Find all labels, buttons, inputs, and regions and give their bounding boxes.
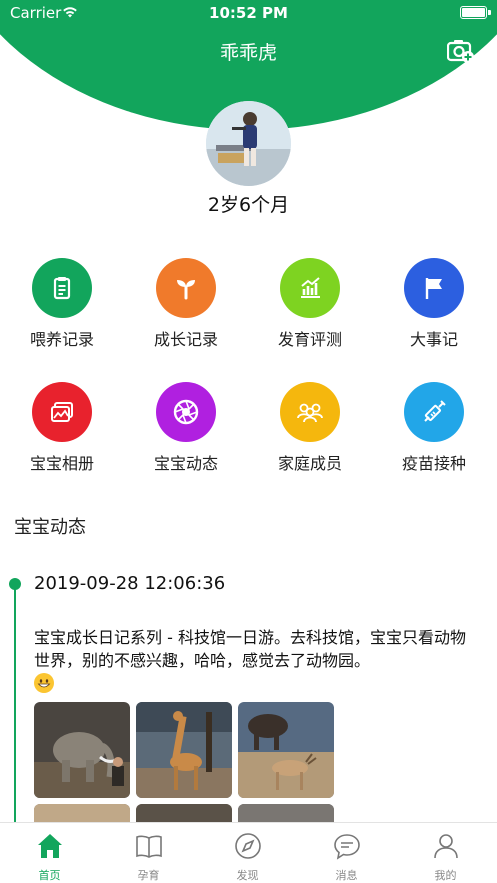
photo-album-icon	[32, 382, 92, 442]
feature-feeding-record[interactable]: 喂养记录	[12, 258, 112, 350]
post-photo-giraffe[interactable]	[136, 702, 232, 798]
tab-label: 发现	[236, 869, 259, 882]
avatar[interactable]	[206, 101, 291, 186]
grinning-emoji-icon	[34, 673, 54, 693]
sprout-icon	[156, 258, 216, 318]
post-photo-antelope[interactable]	[238, 702, 334, 798]
camera-add-icon[interactable]	[447, 38, 475, 64]
clipboard-icon	[32, 258, 92, 318]
feature-baby-album[interactable]: 宝宝相册	[12, 382, 112, 474]
feature-label: 宝宝相册	[29, 454, 94, 473]
post-body: 宝宝成长日记系列 - 科技馆一日游。去科技馆，宝宝只看动物世界，别的不感兴趣，哈…	[34, 628, 466, 670]
family-icon	[280, 382, 340, 442]
feature-label: 疫苗接种	[401, 454, 466, 473]
feature-milestones[interactable]: 大事记	[384, 258, 484, 350]
tab-label: 我的	[434, 869, 457, 882]
post-date: 2019-09-28 12:06:36	[34, 573, 226, 594]
tab-parenting[interactable]: 孕育	[99, 823, 198, 883]
compass-icon	[234, 833, 261, 859]
feature-label: 宝宝动态	[153, 454, 218, 473]
status-bar: Carrier 10:52 PM	[0, 0, 497, 26]
feature-label: 成长记录	[153, 330, 218, 349]
tab-discover[interactable]: 发现	[198, 823, 297, 883]
timeline-dot	[9, 578, 21, 590]
tab-profile[interactable]: 我的	[396, 823, 495, 883]
flag-icon	[404, 258, 464, 318]
user-icon	[433, 834, 458, 859]
home-icon	[37, 834, 62, 858]
message-icon	[333, 834, 360, 860]
battery-icon	[460, 6, 491, 19]
baby-photo	[206, 101, 291, 186]
book-icon	[135, 835, 162, 858]
tab-bar: 首页 孕育 发现 消息 我的	[0, 822, 497, 883]
tab-home[interactable]: 首页	[0, 823, 99, 883]
timeline-line	[14, 584, 16, 834]
aperture-icon	[156, 382, 216, 442]
tab-label: 消息	[335, 869, 358, 882]
tab-label: 孕育	[137, 869, 160, 882]
syringe-icon	[404, 382, 464, 442]
tab-label: 首页	[38, 869, 61, 882]
feature-label: 发育评测	[277, 330, 342, 349]
feature-growth-record[interactable]: 成长记录	[136, 258, 236, 350]
feature-label: 喂养记录	[29, 330, 94, 349]
section-title: 宝宝动态	[14, 517, 86, 538]
feature-label: 家庭成员	[277, 454, 342, 473]
feature-vaccination[interactable]: 疫苗接种	[384, 382, 484, 474]
post-photo-elephant[interactable]	[34, 702, 130, 798]
post-text[interactable]: 宝宝成长日记系列 - 科技馆一日游。去科技馆，宝宝只看动物世界，别的不感兴趣，哈…	[34, 626, 480, 695]
feature-family-members[interactable]: 家庭成员	[260, 382, 360, 474]
tab-messages[interactable]: 消息	[297, 823, 396, 883]
page-title: 乖乖虎	[219, 42, 277, 64]
feature-baby-feed[interactable]: 宝宝动态	[136, 382, 236, 474]
app-screen: Carrier 10:52 PM 乖乖虎 2岁6个月 喂养记录 成长记录 发育评…	[0, 0, 497, 883]
baby-age: 2岁6个月	[207, 194, 290, 216]
clock: 10:52 PM	[209, 4, 288, 22]
feature-label: 大事记	[409, 330, 458, 349]
chart-icon	[280, 258, 340, 318]
feature-development-assessment[interactable]: 发育评测	[260, 258, 360, 350]
